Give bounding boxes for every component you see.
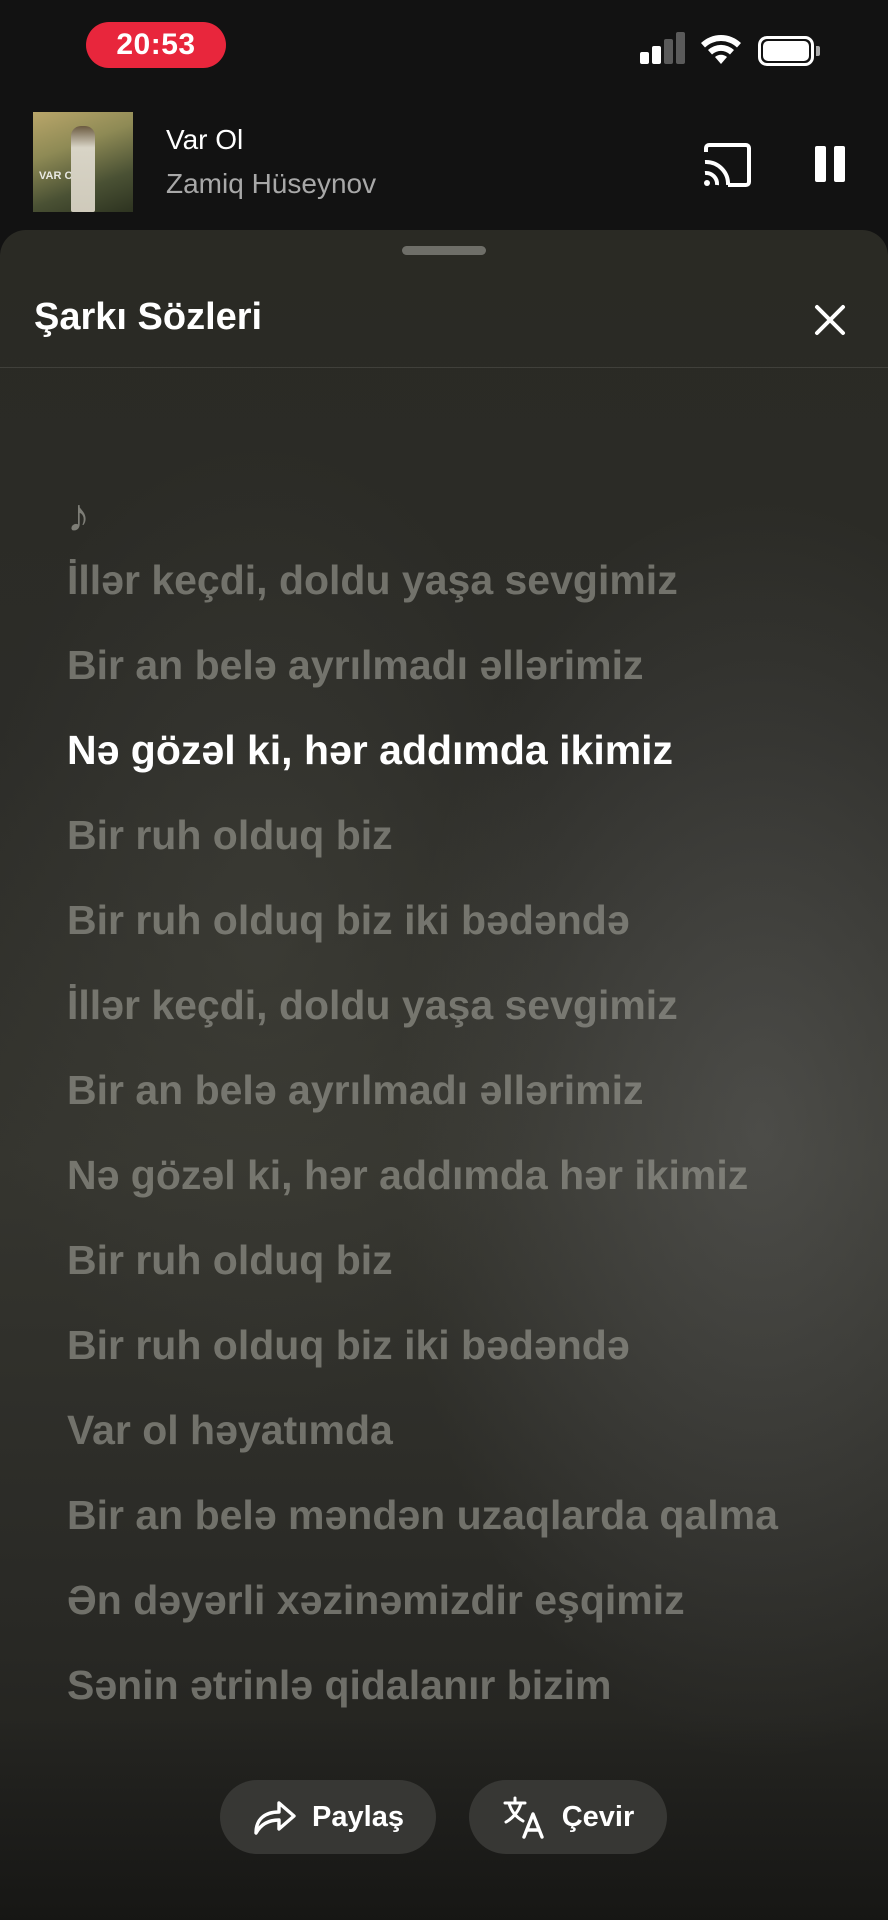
track-artist: Zamiq Hüseynov [166, 168, 377, 199]
close-icon[interactable] [810, 300, 850, 340]
battery-icon [758, 36, 820, 66]
lyric-line-current[interactable]: Nə gözəl ki, hər addımda ikimiz [67, 720, 807, 780]
wifi-icon [701, 35, 741, 64]
lyric-line[interactable]: Bir an belə ayrılmadı əllərimiz [67, 1060, 807, 1120]
lyrics-sheet: Şarkı Sözleri ♪ İllər keçdi, doldu yaşa … [0, 230, 888, 1920]
lyric-line[interactable]: İllər keçdi, doldu yaşa sevgimiz [67, 975, 807, 1035]
lyric-line[interactable]: İllər keçdi, doldu yaşa sevgimiz [67, 550, 807, 610]
sheet-grabber[interactable] [402, 246, 486, 255]
lyrics-screen: 20:53 VAR OL Var Ol Zamiq Hüseynov Şarkı… [0, 0, 888, 1920]
share-label: Paylaş [312, 1800, 404, 1833]
translate-icon [503, 1796, 544, 1839]
sheet-header: Şarkı Sözleri [0, 270, 888, 368]
lyric-line[interactable]: Bir ruh olduq biz iki bədəndə [67, 1315, 807, 1375]
bottom-fade [0, 1720, 888, 1920]
lyric-line[interactable]: Sənin ətrinlə qidalanır bizim [67, 1655, 807, 1715]
music-note-icon: ♪ [67, 489, 90, 541]
share-button[interactable]: Paylaş [220, 1780, 436, 1854]
lyric-line[interactable]: Bir ruh olduq biz [67, 805, 807, 865]
pause-button[interactable] [810, 142, 850, 186]
lyrics-list[interactable]: ♪ İllər keçdi, doldu yaşa sevgimiz Bir an… [67, 480, 807, 1740]
lyric-line[interactable]: Nə gözəl ki, hər addımda hər ikimiz [67, 1145, 807, 1205]
lyric-line[interactable]: Bir an belə məndən uzaqlarda qalma [67, 1485, 807, 1545]
pause-icon [815, 146, 826, 182]
translate-label: Çevir [561, 1800, 635, 1833]
lyric-line[interactable]: Var ol həyatımda [67, 1400, 807, 1460]
status-bar: 20:53 [0, 0, 888, 100]
sheet-title: Şarkı Sözleri [34, 296, 263, 338]
lyric-line[interactable]: Ən dəyərli xəzinəmizdir eşqimiz [67, 1570, 807, 1630]
mini-player[interactable]: VAR OL Var Ol Zamiq Hüseynov [0, 100, 888, 230]
translate-button[interactable]: Çevir [469, 1780, 667, 1854]
track-title: Var Ol [166, 124, 244, 155]
status-time: 20:53 [86, 22, 226, 68]
lyric-line[interactable]: Bir an belə ayrılmadı əllərimiz [67, 635, 807, 695]
lyric-line[interactable]: Bir ruh olduq biz iki bədəndə [67, 890, 807, 950]
share-icon [254, 1801, 296, 1835]
lyric-line[interactable]: Bir ruh olduq biz [67, 1230, 807, 1290]
cast-icon[interactable] [700, 140, 754, 190]
album-art: VAR OL [33, 112, 133, 212]
cellular-signal-icon [640, 30, 686, 64]
